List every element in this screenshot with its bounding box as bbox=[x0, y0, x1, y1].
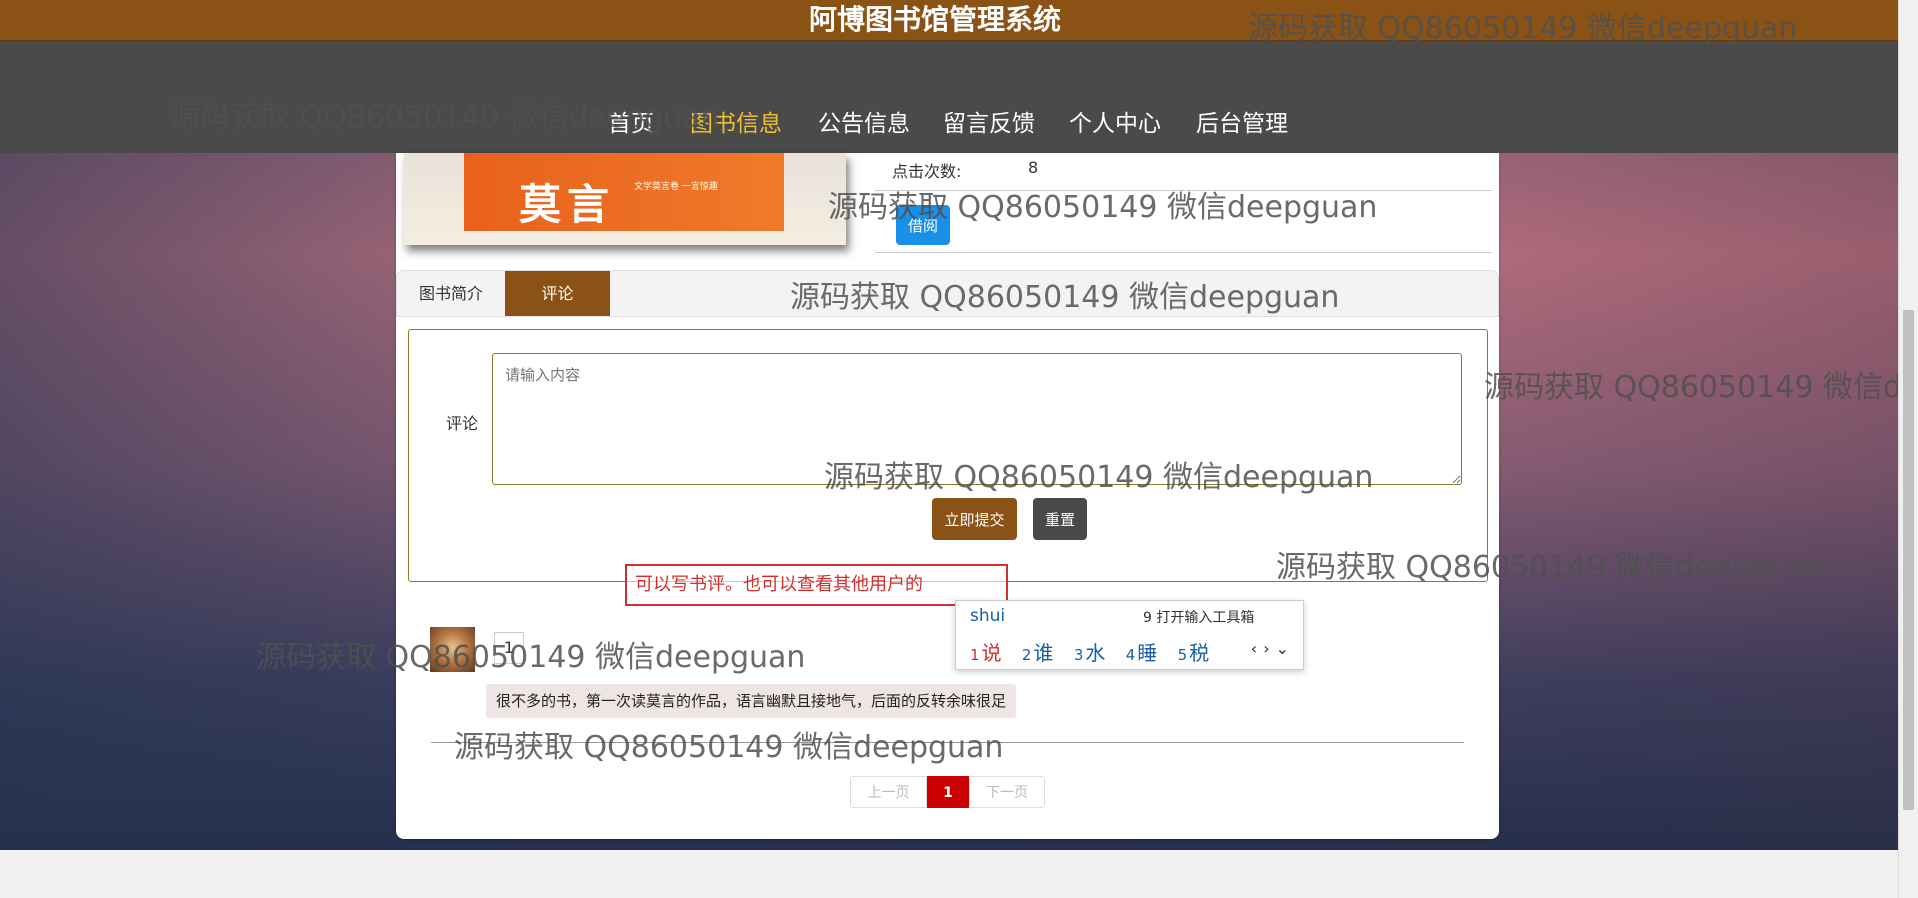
comment-username: 1 bbox=[494, 632, 524, 664]
ime-page-arrows-icon[interactable]: ‹›⌄ bbox=[1251, 639, 1295, 658]
prev-page-button[interactable]: 上一页 bbox=[850, 776, 927, 808]
ime-candidate[interactable]: 3水 bbox=[1074, 637, 1106, 666]
current-page-button[interactable]: 1 bbox=[927, 776, 969, 808]
ime-candidate[interactable]: 5税 bbox=[1178, 637, 1210, 666]
nav-item-profile[interactable]: 个人中心 bbox=[1059, 98, 1171, 144]
ime-candidate-window: shui 9 打开输入工具箱 1说 2谁 3水 4睡 5税 ‹›⌄ bbox=[955, 600, 1304, 670]
book-cover-subtitle: 文学莫言卷 一言惊趣 bbox=[634, 182, 718, 192]
comment-field-label: 评论 bbox=[446, 414, 479, 433]
annotation-textbox[interactable]: 可以写书评。也可以查看其他用户的 bbox=[625, 564, 1008, 606]
tab-comment[interactable]: 评论 bbox=[505, 271, 610, 316]
ime-candidate[interactable]: 4睡 bbox=[1126, 637, 1158, 666]
nav-item-notices[interactable]: 公告信息 bbox=[808, 98, 920, 144]
ime-candidates: 1说 2谁 3水 4睡 5税 bbox=[970, 637, 1223, 666]
comment-text: 很不多的书，第一次读莫言的作品，语言幽默且接地气，后面的反转余味很足 bbox=[486, 684, 1017, 718]
pagination: 上一页 1 下一页 bbox=[850, 776, 1045, 808]
ime-candidate[interactable]: 1说 bbox=[970, 637, 1002, 666]
divider bbox=[875, 252, 1492, 253]
reset-button[interactable]: 重置 bbox=[1033, 498, 1087, 540]
nav-item-books[interactable]: 图书信息 bbox=[680, 98, 792, 144]
top-title-bar: 阿博图书馆管理系统 bbox=[0, 0, 1898, 41]
book-cover-title: 莫言 bbox=[519, 180, 616, 229]
divider bbox=[875, 190, 1492, 191]
book-cover-image: 莫言 文学莫言卷 一言惊趣 bbox=[404, 153, 846, 245]
borrow-button[interactable]: 借阅 bbox=[896, 205, 950, 245]
ime-pinyin: shui bbox=[970, 606, 1006, 626]
system-title: 阿博图书馆管理系统 bbox=[808, 3, 1061, 36]
main-nav: 首页 图书信息 公告信息 留言反馈 个人中心 后台管理 bbox=[0, 41, 1898, 153]
book-cover: 莫言 文学莫言卷 一言惊趣 bbox=[464, 153, 784, 231]
scrollbar-thumb[interactable] bbox=[1903, 310, 1914, 810]
page-footer bbox=[0, 850, 1898, 898]
comment-input[interactable] bbox=[492, 353, 1462, 485]
tab-intro[interactable]: 图书简介 bbox=[397, 271, 505, 316]
nav-item-admin[interactable]: 后台管理 bbox=[1186, 98, 1298, 144]
divider bbox=[431, 742, 1464, 743]
detail-tabs: 图书简介 评论 bbox=[396, 270, 1499, 317]
ime-candidate[interactable]: 2谁 bbox=[1022, 637, 1054, 666]
avatar bbox=[430, 627, 475, 672]
next-page-button[interactable]: 下一页 bbox=[969, 776, 1045, 808]
page-scrollbar[interactable] bbox=[1898, 0, 1918, 898]
ime-toolbox-link[interactable]: 9 打开输入工具箱 bbox=[1143, 607, 1254, 627]
nav-item-feedback[interactable]: 留言反馈 bbox=[933, 98, 1045, 144]
clicks-label: 点击次数: bbox=[892, 162, 962, 181]
clicks-value: 8 bbox=[1028, 158, 1039, 177]
nav-item-home[interactable]: 首页 bbox=[598, 98, 664, 144]
submit-button[interactable]: 立即提交 bbox=[932, 498, 1017, 540]
